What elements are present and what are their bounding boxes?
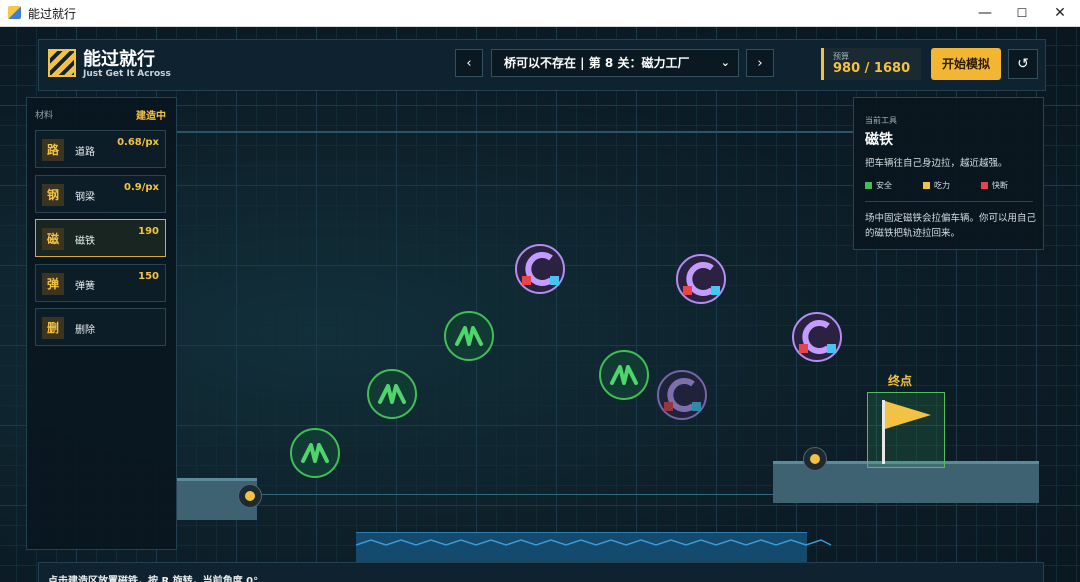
materials-panel: 材料 建造中 路 道路 0.68/px 钢 钢梁 0.9/px 磁 磁铁 190… — [26, 97, 177, 550]
material-delete[interactable]: 删 删除 — [35, 308, 166, 346]
game-header: 能过就行 Just Get It Across ‹ 桥可以不存在 | 第 8 关… — [38, 39, 1046, 91]
maximize-button[interactable]: ☐ — [1002, 0, 1042, 26]
material-name: 删除 — [75, 325, 95, 336]
game-title: 能过就行 — [83, 49, 155, 70]
next-level-button[interactable]: › — [746, 49, 774, 77]
budget-display: 预算 980 / 1680 — [821, 48, 921, 80]
magnet-icon[interactable] — [791, 311, 843, 363]
logo-icon — [48, 49, 76, 77]
material-name: 道路 — [75, 147, 95, 158]
spring-icon[interactable] — [443, 310, 495, 362]
material-price: 150 — [138, 271, 159, 282]
app-icon — [8, 6, 21, 19]
material-badge: 删 — [42, 317, 64, 339]
tool-name: 磁铁 — [865, 132, 893, 148]
material-name: 磁铁 — [75, 236, 95, 247]
magnet-icon[interactable] — [514, 243, 566, 295]
status-bar: 点击建造区放置磁铁，按 R 旋转，当前角度 0° — [38, 562, 1044, 582]
game-subtitle: Just Get It Across — [83, 69, 171, 79]
tool-note: 场中固定磁铁会拉偏车辆。你可以用自己的磁铁把轨迹拉回来。 — [865, 213, 1037, 239]
material-badge: 弹 — [42, 273, 64, 295]
end-anchor[interactable] — [803, 447, 827, 471]
water-waves — [356, 539, 832, 546]
material-name: 钢梁 — [75, 192, 95, 203]
goal-label: 终点 — [888, 374, 913, 388]
material-steel[interactable]: 钢 钢梁 0.9/px — [35, 175, 166, 213]
magnet-ghost-icon[interactable] — [656, 369, 708, 421]
divider — [865, 201, 1033, 202]
material-magnet[interactable]: 磁 磁铁 190 — [35, 219, 166, 257]
materials-label: 材料 — [35, 111, 54, 121]
start-simulation-button[interactable]: 开始模拟 — [931, 48, 1001, 80]
game-canvas[interactable]: 终点 能过就行 Just Get It Across ‹ 桥可以不存在 | 第 … — [0, 27, 1080, 582]
close-button[interactable]: ✕ — [1040, 0, 1080, 26]
material-badge: 路 — [42, 139, 64, 161]
spring-icon[interactable] — [366, 368, 418, 420]
spring-icon[interactable] — [289, 427, 341, 479]
material-spring[interactable]: 弹 弹簧 150 — [35, 264, 166, 302]
window-title: 能过就行 — [28, 7, 77, 21]
start-anchor[interactable] — [238, 484, 262, 508]
chevron-down-icon: ⌄ — [720, 56, 730, 69]
material-price: 0.9/px — [124, 182, 159, 193]
legend-safe: 安全 — [865, 180, 892, 191]
tool-description: 把车辆往自己身边拉，越近越强。 — [865, 158, 1008, 169]
budget-value: 980 / 1680 — [833, 61, 911, 76]
legend-strained: 吃力 — [923, 180, 950, 191]
legend-breaking: 快断 — [981, 180, 1008, 191]
material-name: 弹簧 — [75, 281, 95, 292]
reset-button[interactable]: ↺ — [1008, 49, 1038, 79]
upper-rail — [177, 131, 853, 133]
material-badge: 钢 — [42, 184, 64, 206]
level-select[interactable]: 桥可以不存在 | 第 8 关：磁力工厂 ⌄ — [491, 49, 739, 77]
magnet-icon[interactable] — [675, 253, 727, 305]
build-state: 建造中 — [136, 111, 166, 122]
material-road[interactable]: 路 道路 0.68/px — [35, 130, 166, 168]
level-select-value: 桥可以不存在 | 第 8 关：磁力工厂 — [504, 56, 690, 70]
prev-level-button[interactable]: ‹ — [455, 49, 483, 77]
material-price: 190 — [138, 226, 159, 237]
bridge-guide-line — [257, 494, 773, 495]
material-badge: 磁 — [42, 228, 64, 250]
minimize-button[interactable]: — — [965, 0, 1005, 26]
flag-icon — [885, 401, 931, 429]
spring-icon[interactable] — [598, 349, 650, 401]
window-titlebar: 能过就行 — ☐ ✕ — [0, 0, 1080, 27]
status-text: 点击建造区放置磁铁，按 R 旋转，当前角度 0° — [48, 576, 259, 582]
material-price: 0.68/px — [117, 137, 159, 148]
goal-zone — [867, 392, 945, 468]
tool-label: 当前工具 — [865, 116, 897, 125]
tool-info-panel: 当前工具 磁铁 把车辆往自己身边拉，越近越强。 安全 吃力 快断 场中固定磁铁会… — [853, 97, 1044, 250]
